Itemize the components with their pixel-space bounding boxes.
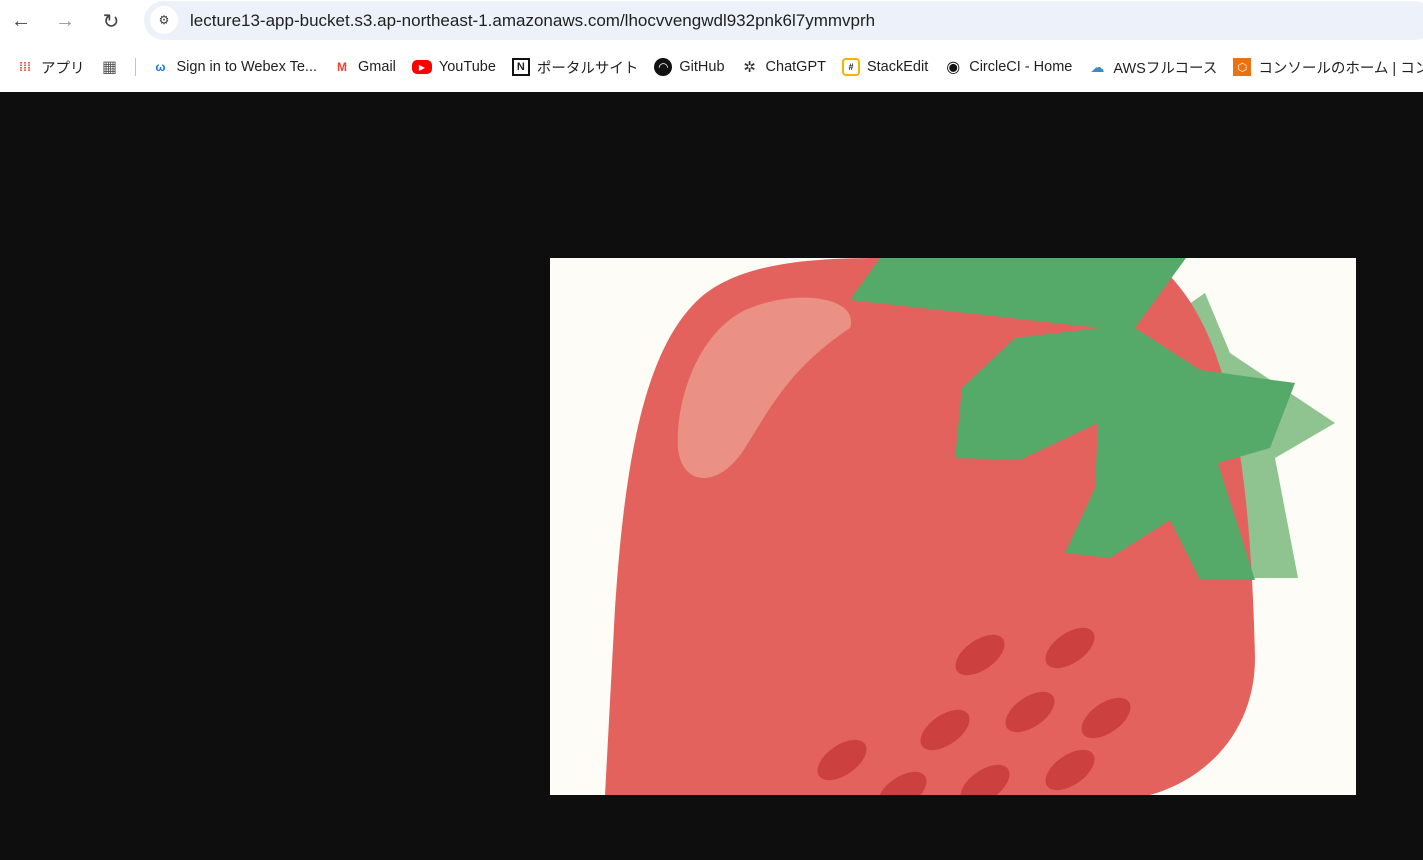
divider: [134, 58, 136, 76]
back-button[interactable]: ←: [6, 6, 36, 36]
bookmark-webex[interactable]: ω Sign in to Webex Te...: [144, 58, 326, 76]
bookmark-gmail[interactable]: M Gmail: [325, 58, 404, 76]
tab-groups-button[interactable]: ▦: [93, 58, 127, 76]
bookmark-chatgpt[interactable]: ✲ ChatGPT: [733, 58, 834, 76]
youtube-icon: ▶: [411, 60, 432, 74]
stackedit-icon: #: [841, 58, 860, 76]
bookmark-portal[interactable]: N ポータルサイト: [504, 57, 647, 78]
github-icon: ◠: [654, 58, 673, 76]
bookmark-aws-console[interactable]: ⬡コンソールのホーム | コン...: [1225, 57, 1423, 78]
forward-button[interactable]: →: [50, 6, 80, 36]
bookmarks-bar: ⁞⁞⁞ アプリ ▦ ω Sign in to Webex Te... M Gmail…: [0, 55, 1423, 79]
apps-grid-icon: ⁞⁞⁞: [19, 60, 31, 74]
webex-icon: ω: [155, 60, 166, 74]
browser-toolbar: ← → ↻ ⚙ lecture13-app-bucket.s3.ap-north…: [0, 0, 1423, 92]
gmail-icon: M: [337, 60, 348, 74]
bookmark-stackedit[interactable]: # StackEdit: [834, 58, 936, 76]
bookmark-aws-course[interactable]: ☁ AWSフルコース: [1080, 57, 1225, 78]
url-text[interactable]: lecture13-app-bucket.s3.ap-northeast-1.a…: [190, 11, 875, 31]
aws-course-icon: ☁: [1090, 58, 1105, 75]
aws-console-icon: ⬡: [1233, 58, 1252, 76]
chatgpt-icon: ✲: [743, 59, 756, 76]
reload-button[interactable]: ↻: [96, 6, 126, 36]
bookmark-github[interactable]: ◠ GitHub: [646, 58, 732, 76]
site-info-icon[interactable]: ⚙: [150, 6, 178, 34]
address-bar[interactable]: ⚙ lecture13-app-bucket.s3.ap-northeast-1…: [144, 1, 1423, 40]
bookmark-circleci[interactable]: ◉ CircleCI - Home: [936, 58, 1080, 76]
tab-groups-icon: ▦: [101, 59, 118, 76]
notion-icon: N: [511, 58, 530, 76]
circleci-icon: ◉: [946, 59, 961, 76]
bookmark-youtube[interactable]: ▶ YouTube: [404, 59, 504, 75]
strawberry-image: [550, 258, 1356, 795]
bookmark-apps[interactable]: ⁞⁞⁞ アプリ: [0, 57, 93, 78]
